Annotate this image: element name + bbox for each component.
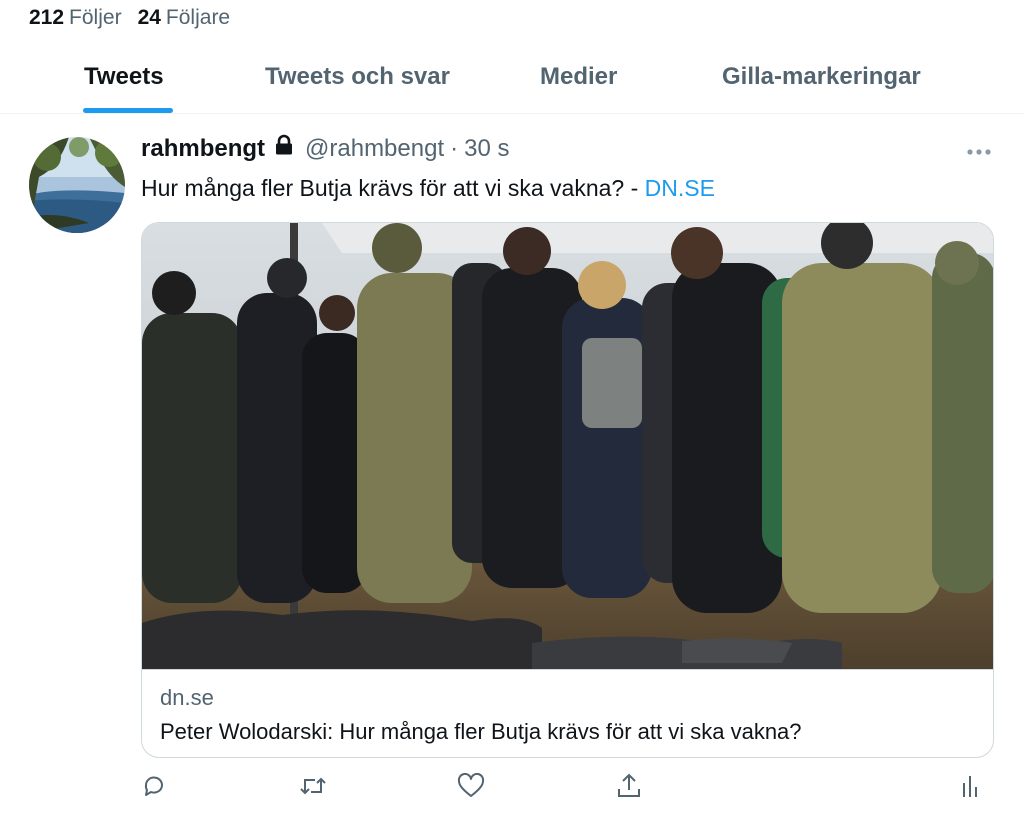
like-button[interactable] — [453, 770, 489, 806]
author-handle[interactable]: @rahmbengt — [305, 135, 444, 163]
card-domain: dn.se — [160, 685, 214, 710]
tweet-header: rahmbengt @rahmbengt · 30 s — [141, 134, 510, 163]
tweet-link[interactable]: DN.SE — [645, 175, 715, 201]
avatar[interactable] — [29, 137, 125, 233]
card-meta: dn.se Peter Wolodarski: Hur många fler B… — [142, 669, 993, 757]
following-label: Följer — [69, 6, 122, 29]
reply-button[interactable] — [136, 770, 172, 806]
tab-likes[interactable]: Gilla-markeringar — [722, 63, 921, 91]
followers-stat[interactable]: 24 Följare — [138, 6, 231, 30]
avatar-image — [29, 137, 125, 233]
tweet-time[interactable]: 30 s — [464, 135, 509, 163]
reply-icon — [141, 773, 167, 804]
share-button[interactable] — [611, 770, 647, 806]
tweet-text: Hur många fler Butja krävs för att vi sk… — [141, 175, 715, 202]
active-tab-indicator — [83, 108, 173, 113]
share-icon — [616, 772, 642, 805]
tab-tweets-and-replies[interactable]: Tweets och svar — [265, 63, 450, 91]
following-count: 212 — [29, 6, 65, 29]
link-card[interactable]: dn.se Peter Wolodarski: Hur många fler B… — [141, 222, 994, 758]
tab-media[interactable]: Medier — [540, 63, 617, 91]
more-horizontal-icon — [966, 136, 992, 161]
card-title: Peter Wolodarski: Hur många fler Butja k… — [160, 719, 802, 744]
following-stat[interactable]: 212 Följer — [29, 6, 122, 30]
retweet-icon — [298, 773, 328, 804]
like-icon — [457, 772, 485, 804]
followers-count: 24 — [137, 6, 161, 29]
profile-stats: 212 Följer 24 Följare — [29, 6, 230, 30]
analytics-button[interactable] — [952, 770, 988, 806]
analytics-icon — [960, 773, 980, 804]
lock-icon — [273, 134, 295, 163]
profile-tabs: Tweets Tweets och svar Medier Gilla-mark… — [0, 56, 1024, 114]
more-options-button[interactable] — [966, 136, 992, 162]
card-image — [142, 223, 993, 669]
tweet-actions — [0, 770, 1024, 810]
retweet-button[interactable] — [295, 770, 331, 806]
separator-dot: · — [450, 134, 459, 162]
followers-label: Följare — [165, 6, 231, 29]
author-name[interactable]: rahmbengt — [141, 135, 265, 163]
tweet-body: Hur många fler Butja krävs för att vi sk… — [141, 175, 645, 201]
tab-tweets[interactable]: Tweets — [84, 63, 164, 91]
